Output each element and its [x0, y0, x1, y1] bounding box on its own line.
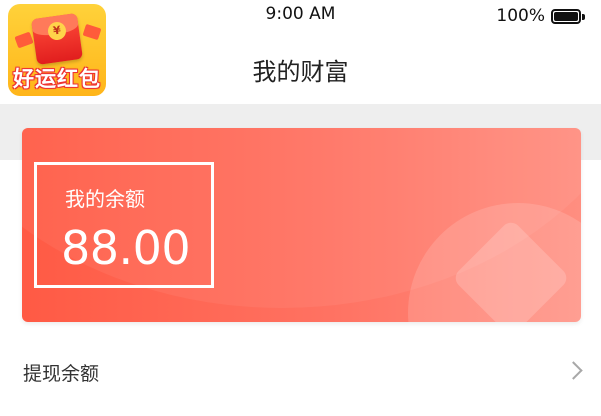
withdraw-balance-label: 提现余额: [23, 363, 100, 385]
balance-amount: 88.00: [61, 221, 191, 275]
small-envelope-icon: [14, 31, 34, 49]
battery-full-icon: [551, 8, 585, 24]
balance-card: 我的余额 88.00: [22, 128, 581, 322]
battery-indicator: 100%: [496, 6, 585, 26]
withdraw-balance-row[interactable]: 提现余额: [0, 344, 601, 400]
battery-percent: 100%: [496, 6, 545, 26]
page-title: 我的财富: [252, 58, 349, 86]
balance-box: 我的余额 88.00: [34, 162, 214, 288]
balance-label: 我的余额: [65, 187, 145, 211]
chevron-right-icon: [564, 361, 583, 380]
small-envelope-icon: [82, 23, 102, 41]
